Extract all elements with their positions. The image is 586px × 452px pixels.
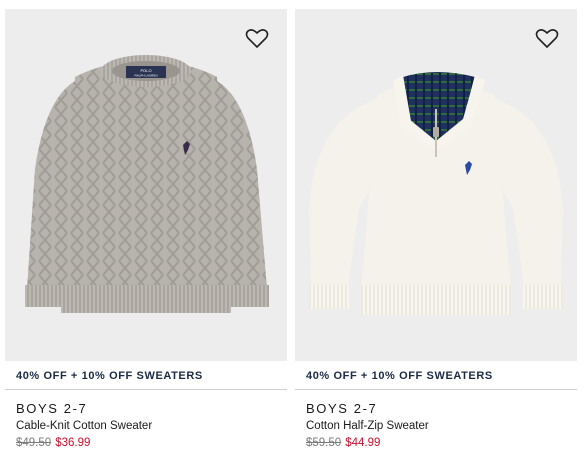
sale-price: $36.99 bbox=[55, 437, 91, 449]
heart-icon bbox=[245, 29, 269, 48]
label-sub: RALPH LAUREN bbox=[134, 74, 157, 78]
heart-icon bbox=[535, 29, 559, 48]
promo-banner: 40% OFF + 10% OFF SWEATERS bbox=[306, 370, 493, 382]
original-price: $59.50 bbox=[306, 437, 342, 449]
favorite-heart-icon[interactable] bbox=[535, 27, 559, 49]
price-row: $49.50 $36.99 bbox=[16, 437, 90, 449]
divider bbox=[295, 389, 577, 390]
product-category: BOYS 2-7 bbox=[306, 401, 378, 416]
half-zip-sweater-image bbox=[309, 72, 563, 315]
cable-knit-sweater-image: POLO RALPH LAUREN bbox=[25, 55, 269, 313]
favorite-heart-icon[interactable] bbox=[245, 27, 269, 49]
product-card-half-zip[interactable]: 40% OFF + 10% OFF SWEATERS BOYS 2-7 Cott… bbox=[295, 0, 577, 452]
sale-price: $44.99 bbox=[345, 437, 381, 449]
product-category: BOYS 2-7 bbox=[16, 401, 88, 416]
product-name-link[interactable]: Cotton Half-Zip Sweater bbox=[306, 420, 429, 432]
product-image[interactable] bbox=[295, 9, 577, 361]
promo-banner: 40% OFF + 10% OFF SWEATERS bbox=[16, 370, 203, 382]
original-price: $49.50 bbox=[16, 437, 52, 449]
label-brand: POLO bbox=[140, 68, 151, 73]
product-card-cable-knit[interactable]: POLO RALPH LAUREN 40% OFF + 10% OFF SWEA… bbox=[5, 0, 287, 452]
price-row: $59.50 $44.99 bbox=[306, 437, 380, 449]
product-image[interactable]: POLO RALPH LAUREN bbox=[5, 9, 287, 361]
product-name-link[interactable]: Cable-Knit Cotton Sweater bbox=[16, 420, 152, 432]
divider bbox=[5, 389, 287, 390]
